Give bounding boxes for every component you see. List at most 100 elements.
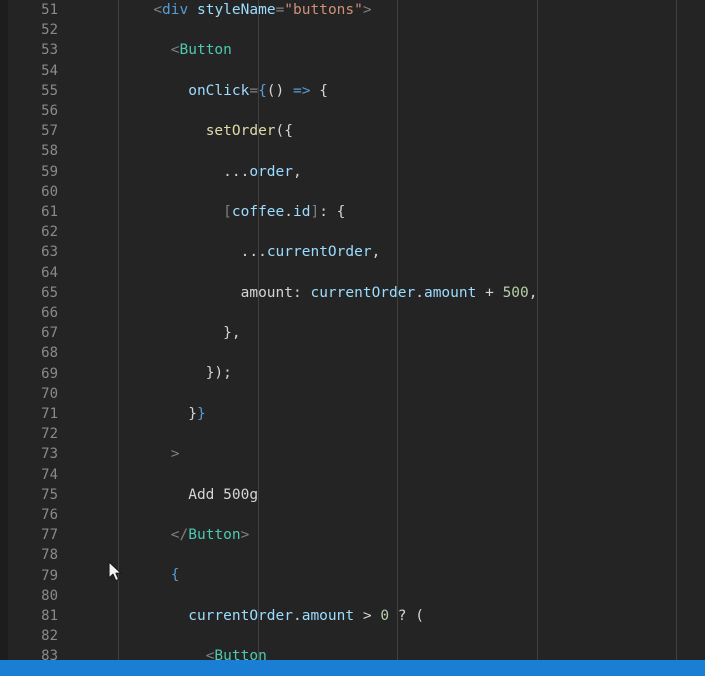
code-line[interactable]: </Button> — [66, 525, 705, 545]
code-line[interactable]: onClick={() => { — [66, 81, 705, 101]
horizontal-scrollbar[interactable] — [0, 660, 705, 676]
line-number: 52 — [41, 22, 58, 39]
line-number: 78 — [41, 547, 58, 564]
code-line[interactable]: currentOrder.amount > 0 ? ( — [66, 606, 705, 626]
line-number: 70 — [41, 385, 58, 402]
line-number: 63 — [41, 244, 58, 261]
code-token: : — [293, 284, 311, 301]
code-line[interactable]: <div styleName="buttons"> — [66, 0, 705, 20]
line-number-gutter: 51 52 53 54 55 56 57 58 59 60 61 62 63 64 65 66 67 68 69 70… — [8, 0, 66, 676]
line-number: 66 — [41, 305, 58, 321]
line-number: 74 — [41, 466, 58, 483]
line-number: 73 — [41, 446, 58, 463]
code-token: . — [284, 203, 293, 220]
line-number: 65 — [41, 284, 58, 301]
code-line[interactable]: amount: currentOrder.amount + 500, — [66, 283, 705, 303]
code-token: 0 — [380, 607, 390, 624]
line-number: 72 — [41, 426, 58, 443]
code-token: . — [292, 607, 302, 624]
code-token: amount — [240, 284, 293, 301]
code-token: ] — [310, 203, 320, 220]
code-token: ... — [240, 244, 267, 261]
code-line[interactable]: { — [66, 565, 705, 585]
line-number: 55 — [41, 82, 58, 99]
code-line[interactable]: Add 500g — [66, 485, 705, 505]
code-token: "buttons" — [284, 2, 363, 18]
code-line[interactable]: ...currentOrder, — [66, 242, 705, 262]
line-number: 59 — [41, 163, 58, 180]
line-number: 79 — [41, 567, 58, 584]
line-number: 80 — [41, 587, 58, 604]
code-token: ? ( — [389, 607, 424, 624]
line-number: 57 — [41, 123, 58, 140]
line-number: 64 — [41, 264, 58, 281]
line-number: 77 — [41, 527, 58, 544]
code-token: </ — [170, 527, 189, 544]
code-editor[interactable]: 51 52 53 54 55 56 57 58 59 60 61 62 63 64 65 66 67 68 69 70… — [0, 0, 705, 676]
code-token: { — [319, 82, 328, 99]
code-token: id — [293, 203, 311, 220]
code-line[interactable]: }); — [66, 363, 705, 383]
code-token: + — [476, 284, 503, 301]
line-number: 75 — [41, 486, 58, 503]
code-token: = — [249, 82, 259, 99]
code-token: [ — [223, 203, 232, 220]
line-number: 76 — [41, 507, 58, 523]
editor-left-margin — [0, 0, 8, 676]
code-token: Button — [179, 42, 232, 59]
code-token: { — [258, 82, 267, 99]
code-token: currentOrder — [310, 284, 416, 301]
code-content-area[interactable]: <div styleName="buttons"> <Button onClic… — [66, 0, 705, 676]
line-number: 53 — [41, 42, 58, 59]
line-number: 71 — [41, 406, 58, 422]
code-token: setOrder — [205, 123, 276, 140]
code-token: ... — [223, 163, 250, 180]
code-token: . — [415, 284, 424, 301]
code-line[interactable]: ...order, — [66, 162, 705, 182]
code-token: onClick — [188, 82, 250, 99]
code-token: } — [196, 405, 206, 422]
line-number: 54 — [41, 62, 58, 79]
code-line[interactable]: <Button — [66, 40, 705, 60]
code-token: < — [153, 2, 163, 18]
code-token: coffee — [231, 203, 285, 220]
code-token: > — [170, 446, 180, 463]
code-line[interactable]: > — [66, 444, 705, 464]
code-token: }); — [205, 365, 232, 382]
code-line[interactable]: setOrder({ — [66, 121, 705, 141]
code-line[interactable]: }, — [66, 323, 705, 343]
code-line[interactable]: [coffee.id]: { — [66, 202, 705, 222]
line-number: 61 — [41, 204, 58, 220]
code-token: amount — [423, 284, 477, 301]
line-number: 67 — [41, 325, 58, 342]
code-lines[interactable]: <div styleName="buttons"> <Button onClic… — [66, 0, 705, 666]
code-token: order — [249, 163, 293, 180]
code-token: currentOrder — [188, 607, 293, 624]
line-number: 60 — [41, 183, 58, 200]
code-token: } — [188, 405, 197, 422]
code-line[interactable]: }} — [66, 404, 705, 424]
line-number: 68 — [41, 345, 58, 362]
code-token: > — [354, 607, 381, 624]
code-token: : { — [319, 203, 346, 220]
code-token: => — [293, 82, 311, 99]
code-token: div — [162, 2, 189, 18]
code-token: = — [275, 2, 285, 18]
code-token: , — [293, 163, 302, 180]
line-number: 69 — [41, 365, 58, 382]
